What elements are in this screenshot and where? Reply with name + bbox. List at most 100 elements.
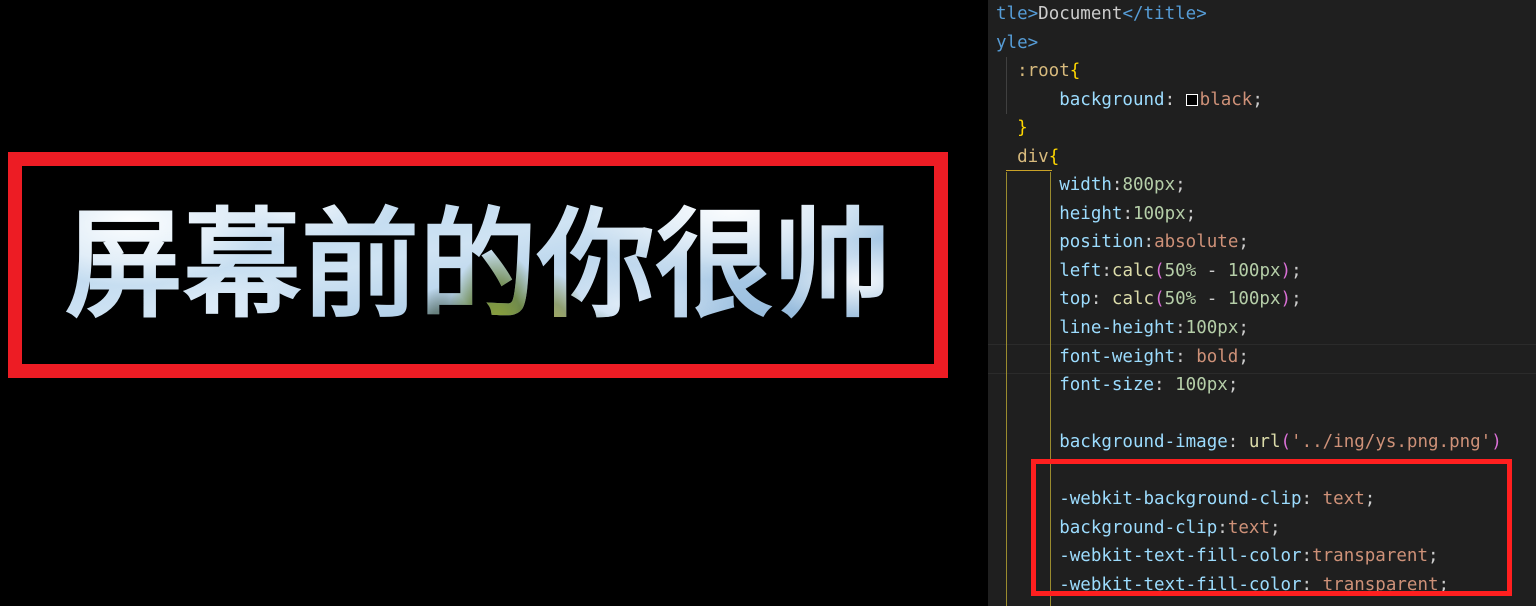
background-clip-heading: 屏幕前的你很帅	[22, 166, 934, 364]
editor-rule	[988, 373, 1536, 374]
code-line[interactable]: height:100px;	[988, 200, 1536, 229]
code-line[interactable]: yle>	[988, 29, 1536, 58]
code-line[interactable]	[988, 457, 1536, 486]
code-token: ;	[1291, 289, 1302, 310]
code-line[interactable]	[988, 400, 1536, 429]
code-token: text	[1322, 489, 1365, 510]
code-line[interactable]: -webkit-text-fill-color:transparent;	[988, 542, 1536, 571]
code-line[interactable]: -webkit-text-fill-color: transparent;	[988, 571, 1536, 600]
code-token: :	[1227, 432, 1249, 453]
code-token: width	[1059, 175, 1112, 196]
code-line[interactable]: font-size: 100px;	[988, 371, 1536, 400]
code-token: bold	[1196, 346, 1239, 367]
code-token: )	[1491, 432, 1502, 453]
screenshot-root: 屏幕前的你很帅 tle>Document</title> yle> :root{ …	[0, 0, 1536, 606]
code-line[interactable]: background: black;	[988, 86, 1536, 115]
code-token: {	[1048, 146, 1060, 167]
code-token: :	[1143, 232, 1155, 253]
code-line[interactable]: background-clip:text;	[988, 514, 1536, 543]
code-token: :	[1175, 318, 1186, 339]
code-token: absolute	[1154, 232, 1239, 253]
code-token: black	[1199, 89, 1253, 110]
code-line[interactable]: tle>Document</title>	[988, 0, 1536, 29]
code-token: ;	[1291, 260, 1302, 281]
code-token: ;	[1175, 175, 1186, 196]
code-token: )	[1280, 289, 1292, 310]
code-token: ;	[1438, 574, 1450, 595]
code-token: :	[1217, 517, 1228, 538]
code-token: 50%	[1164, 289, 1197, 310]
code-line[interactable]: :root{	[988, 57, 1536, 86]
code-token: background-clip	[1059, 517, 1218, 538]
code-token: </title>	[1122, 4, 1207, 24]
code-token: -webkit-text-fill-color	[1059, 574, 1302, 595]
code-token: ;	[1428, 546, 1439, 567]
code-editor-pane[interactable]: tle>Document</title> yle> :root{ backgrou…	[988, 0, 1536, 606]
code-token: left	[1059, 260, 1102, 281]
code-line[interactable]: position:absolute;	[988, 228, 1536, 257]
code-token: calc	[1111, 289, 1155, 310]
code-token: height	[1059, 203, 1123, 224]
code-token: 100px	[1227, 289, 1281, 310]
code-line[interactable]: left:calc(50% - 100px);	[988, 257, 1536, 286]
clipped-text-box: 屏幕前的你很帅	[8, 152, 948, 378]
indent-guide	[1006, 57, 1007, 114]
code-token: ;	[1227, 375, 1239, 396]
code-token: ;	[1252, 89, 1263, 110]
code-token: ;	[1238, 346, 1249, 367]
indent-guide-active-inner	[1050, 172, 1051, 606]
code-token: ;	[1238, 318, 1249, 339]
code-line[interactable]: }	[988, 114, 1536, 143]
code-token: Document	[1038, 4, 1123, 24]
code-token: '../ing/ys.png.png'	[1291, 432, 1492, 453]
code-line[interactable]: line-height:100px;	[988, 314, 1536, 343]
code-token: 100px	[1185, 318, 1239, 339]
code-token: 100px	[1227, 260, 1281, 281]
code-line[interactable]: div{	[988, 143, 1536, 172]
code-token: (	[1280, 432, 1292, 453]
color-swatch-icon[interactable]	[1185, 93, 1198, 106]
code-token: 800px	[1122, 175, 1176, 196]
code-line[interactable]: width:800px;	[988, 171, 1536, 200]
code-line[interactable]: top: calc(50% - 100px);	[988, 285, 1536, 314]
code-token: -webkit-background-clip	[1059, 489, 1302, 510]
browser-preview-pane: 屏幕前的你很帅	[0, 0, 988, 606]
code-token: calc	[1111, 260, 1155, 281]
code-token: (	[1154, 260, 1165, 281]
code-token: -webkit-text-fill-color	[1059, 546, 1302, 567]
code-token: :	[1301, 546, 1313, 567]
code-token: transparent	[1312, 546, 1428, 567]
code-token: background-image	[1059, 432, 1228, 453]
code-token: :	[1175, 346, 1197, 367]
code-token: position	[1059, 232, 1144, 253]
code-token: 100px	[1175, 375, 1228, 396]
code-token: :	[1301, 489, 1323, 510]
code-token: :	[1101, 260, 1112, 281]
code-token: background	[1059, 89, 1165, 110]
code-token: )	[1280, 260, 1292, 281]
code-token: div	[1017, 146, 1049, 167]
code-token: font-size	[1059, 375, 1155, 396]
code-token: ;	[1269, 517, 1281, 538]
code-content[interactable]: tle>Document</title> yle> :root{ backgrou…	[988, 0, 1536, 599]
code-token: 50%	[1164, 260, 1197, 281]
code-token: :	[1122, 203, 1133, 224]
code-token: 100px	[1132, 203, 1186, 224]
code-token: :	[1111, 175, 1123, 196]
code-line[interactable]: background-image: url('../ing/ys.png.png…	[988, 428, 1536, 457]
code-token: :	[1301, 574, 1323, 595]
code-token: text	[1227, 517, 1270, 538]
code-line[interactable]: font-weight: bold;	[988, 343, 1536, 372]
code-token: :root	[1017, 61, 1070, 82]
code-token: tle>	[996, 4, 1039, 24]
editor-rule	[988, 344, 1536, 345]
code-line[interactable]: -webkit-background-clip: text;	[988, 485, 1536, 514]
code-token: :	[1154, 375, 1176, 396]
bracket-match-underline	[1006, 170, 1052, 171]
code-token: -	[1196, 289, 1228, 310]
code-token: ;	[1185, 203, 1197, 224]
code-token: (	[1154, 289, 1165, 310]
code-token: }	[1017, 118, 1028, 139]
code-token: :	[1090, 289, 1112, 310]
